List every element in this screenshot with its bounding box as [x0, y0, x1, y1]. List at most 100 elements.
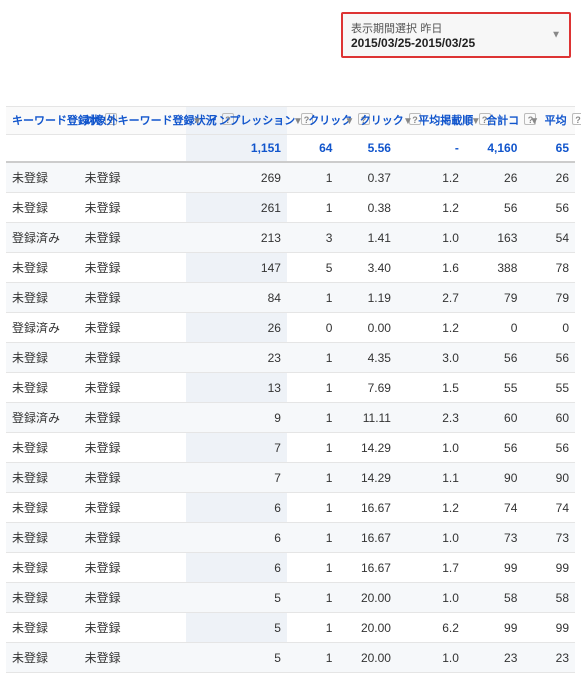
cell-ctr: 16.67	[338, 493, 397, 523]
table-row[interactable]: 登録済み未登録9111.112.36060	[6, 403, 575, 433]
cell-pos: 3.0	[397, 343, 465, 373]
table-row[interactable]: 未登録未登録5120.001.02323	[6, 643, 575, 673]
cell-imp: 6	[186, 523, 287, 553]
cell-kw2: 未登録	[79, 283, 187, 313]
sort-desc-icon: ▼	[192, 116, 202, 127]
cell-avg: 23	[523, 643, 575, 673]
cell-avg: 26	[523, 162, 575, 193]
cell-imp: 84	[186, 283, 287, 313]
cell-click: 1	[287, 643, 339, 673]
cell-imp: 13	[186, 373, 287, 403]
table-row[interactable]: 登録済み未登録21331.411.016354	[6, 223, 575, 253]
cell-kw2: 未登録	[79, 193, 187, 223]
cell-imp: 147	[186, 253, 287, 283]
totals-clicks: 64	[287, 135, 339, 163]
cell-total: 56	[465, 343, 524, 373]
cell-kw1: 未登録	[6, 373, 79, 403]
totals-avg: 65	[523, 135, 575, 163]
cell-avg: 58	[523, 583, 575, 613]
totals-impressions: 1,151	[186, 135, 287, 163]
cell-kw1: 未登録	[6, 433, 79, 463]
totals-cost: 4,160	[465, 135, 524, 163]
header-negative-keyword-status[interactable]: 対象外キーワード登録状況 ?	[79, 107, 187, 135]
date-range-value: 2015/03/25-2015/03/25	[351, 36, 475, 50]
cell-kw2: 未登録	[79, 253, 187, 283]
cell-avg: 56	[523, 343, 575, 373]
help-icon[interactable]: ?	[572, 113, 581, 125]
cell-ctr: 1.41	[338, 223, 397, 253]
table-row[interactable]: 未登録未登録6116.671.79999	[6, 553, 575, 583]
cell-avg: 73	[523, 523, 575, 553]
header-label: 合計コ	[486, 114, 519, 128]
header-impressions[interactable]: ▼ インプレッション ?	[186, 107, 287, 135]
cell-imp: 6	[186, 493, 287, 523]
table-row[interactable]: 登録済み未登録2600.001.200	[6, 313, 575, 343]
sort-desc-icon: ▼	[471, 116, 481, 127]
cell-ctr: 7.69	[338, 373, 397, 403]
cell-click: 1	[287, 523, 339, 553]
cell-ctr: 11.11	[338, 403, 397, 433]
cell-kw2: 未登録	[79, 463, 187, 493]
cell-click: 1	[287, 493, 339, 523]
header-avg-position[interactable]: ▼ 平均掲載順 ?	[397, 107, 465, 135]
header-clicks[interactable]: ▼ クリック ?	[287, 107, 339, 135]
cell-pos: 1.6	[397, 253, 465, 283]
table-row[interactable]: 未登録未登録7114.291.19090	[6, 463, 575, 493]
table-row[interactable]: 未登録未登録7114.291.05656	[6, 433, 575, 463]
totals-position: -	[397, 135, 465, 163]
cell-total: 388	[465, 253, 524, 283]
cell-total: 23	[465, 643, 524, 673]
chevron-down-icon: ▼	[551, 30, 561, 41]
cell-pos: 1.5	[397, 373, 465, 403]
cell-kw1: 登録済み	[6, 223, 79, 253]
cell-ctr: 0.00	[338, 313, 397, 343]
header-label: クリック	[360, 114, 404, 128]
cell-kw1: 未登録	[6, 463, 79, 493]
cell-kw2: 未登録	[79, 223, 187, 253]
cell-kw2: 未登録	[79, 583, 187, 613]
cell-avg: 56	[523, 433, 575, 463]
cell-click: 1	[287, 553, 339, 583]
table-row[interactable]: 未登録未登録8411.192.77979	[6, 283, 575, 313]
table-row[interactable]: 未登録未登録5120.001.05858	[6, 583, 575, 613]
sort-desc-icon: ▼	[344, 116, 354, 127]
cell-kw2: 未登録	[79, 523, 187, 553]
totals-ctr: 5.56	[338, 135, 397, 163]
cell-kw1: 未登録	[6, 523, 79, 553]
cell-kw1: 未登録	[6, 553, 79, 583]
header-ctr[interactable]: ▼ クリック ?	[338, 107, 397, 135]
header-avg[interactable]: ▼ 平均 ?	[523, 107, 575, 135]
cell-click: 0	[287, 313, 339, 343]
header-total-cost[interactable]: ▼ 合計コ ?	[465, 107, 524, 135]
table-row[interactable]: 未登録未登録2314.353.05656	[6, 343, 575, 373]
cell-pos: 1.2	[397, 493, 465, 523]
cell-kw1: 未登録	[6, 643, 79, 673]
table-row[interactable]: 未登録未登録14753.401.638878	[6, 253, 575, 283]
cell-imp: 269	[186, 162, 287, 193]
cell-pos: 1.0	[397, 583, 465, 613]
cell-imp: 23	[186, 343, 287, 373]
table-row[interactable]: 未登録未登録26110.381.25656	[6, 193, 575, 223]
cell-imp: 261	[186, 193, 287, 223]
cell-click: 5	[287, 253, 339, 283]
cell-pos: 1.1	[397, 463, 465, 493]
report-table: キーワード登録状 ? 対象外キーワード登録状況 ? ▼ インプレッション ? ▼…	[6, 106, 575, 673]
date-range-selector[interactable]: 表示期間選択 昨日 2015/03/25-2015/03/25 ▼	[341, 12, 571, 58]
cell-pos: 1.2	[397, 162, 465, 193]
cell-pos: 1.0	[397, 223, 465, 253]
header-label: 平均	[545, 114, 567, 128]
cell-ctr: 0.37	[338, 162, 397, 193]
cell-kw2: 未登録	[79, 403, 187, 433]
header-keyword-status[interactable]: キーワード登録状 ?	[6, 107, 79, 135]
table-row[interactable]: 未登録未登録6116.671.27474	[6, 493, 575, 523]
table-row[interactable]: 未登録未登録1317.691.55555	[6, 373, 575, 403]
cell-total: 90	[465, 463, 524, 493]
cell-pos: 2.7	[397, 283, 465, 313]
table-row[interactable]: 未登録未登録26910.371.22626	[6, 162, 575, 193]
cell-pos: 1.0	[397, 643, 465, 673]
cell-kw1: 登録済み	[6, 403, 79, 433]
table-row[interactable]: 未登録未登録6116.671.07373	[6, 523, 575, 553]
cell-kw2: 未登録	[79, 373, 187, 403]
cell-click: 1	[287, 283, 339, 313]
cell-total: 0	[465, 313, 524, 343]
